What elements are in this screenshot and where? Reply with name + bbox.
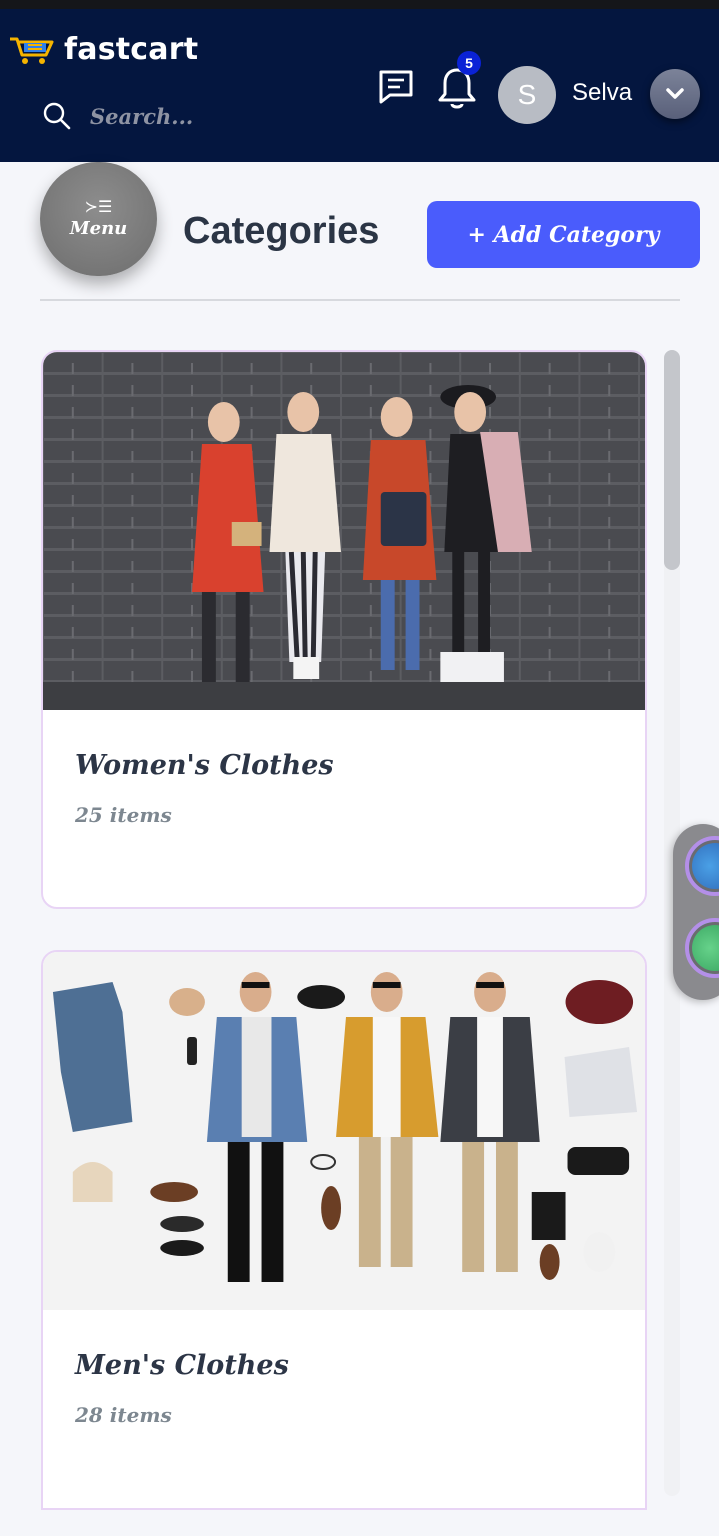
status-bar — [0, 0, 719, 9]
chevron-down-icon — [666, 88, 684, 99]
user-name[interactable]: Selva — [572, 79, 632, 107]
notification-badge: 5 — [457, 51, 481, 75]
avatar[interactable]: S — [498, 66, 556, 124]
category-count: 28 items — [75, 1403, 172, 1427]
notifications-button[interactable]: 5 — [436, 51, 486, 113]
message-icon[interactable] — [376, 67, 416, 107]
floating-chat-icon[interactable] — [685, 918, 719, 978]
menu-icon: ≻☰ — [84, 198, 113, 216]
floating-app-icon[interactable] — [685, 836, 719, 896]
category-title: Women's Clothes — [75, 750, 334, 781]
menu-label: Menu — [69, 217, 128, 239]
floating-shortcuts — [673, 824, 719, 1000]
brand-logo[interactable]: fastcart — [8, 31, 198, 67]
menu-button[interactable]: ≻☰ Menu — [40, 162, 157, 276]
search-input[interactable] — [90, 103, 270, 129]
cart-logo-icon — [10, 37, 54, 64]
search-bar — [42, 101, 270, 131]
category-title: Men's Clothes — [75, 1350, 289, 1381]
category-card-mens[interactable]: Men's Clothes 28 items — [41, 950, 647, 1510]
category-image — [43, 352, 645, 710]
brand-name: fastcart — [64, 31, 199, 67]
page-title: Categories — [183, 210, 380, 252]
top-header: fastcart 5 S Selva — [0, 9, 719, 162]
category-card-womens[interactable]: Women's Clothes 25 items — [41, 350, 647, 909]
divider — [40, 299, 680, 301]
add-category-button[interactable]: + Add Category — [427, 201, 700, 268]
search-icon[interactable] — [42, 101, 72, 131]
user-menu-button[interactable] — [650, 69, 700, 119]
category-count: 25 items — [75, 803, 172, 827]
scrollbar-thumb[interactable] — [664, 350, 680, 570]
category-image — [43, 952, 645, 1310]
